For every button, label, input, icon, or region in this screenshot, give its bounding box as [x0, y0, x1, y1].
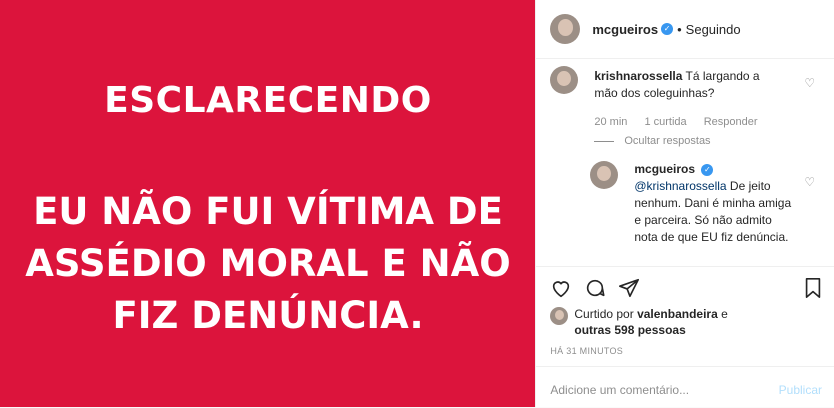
- hide-replies-label: Ocultar respostas: [624, 135, 711, 147]
- comment-input[interactable]: Adicione um comentário...: [550, 383, 689, 397]
- add-comment-bar: Adicione um comentário... Publicar: [536, 366, 834, 408]
- reply-text: mcgueiros ✓ @krishnarossella De jeito ne…: [634, 161, 794, 246]
- reply-mention-link[interactable]: @krishnarossella: [634, 179, 726, 193]
- post-header: mcgueiros ✓ • Seguindo: [536, 0, 834, 59]
- bookmark-icon[interactable]: [802, 277, 824, 299]
- comment-likes-link[interactable]: 1 curtida: [644, 116, 686, 128]
- like-reply-icon[interactable]: ♡: [804, 175, 815, 189]
- likes-others-link[interactable]: outras 598 pessoas: [574, 323, 685, 337]
- post-image: ESCLARECENDO EU NÃO FUI VÍTIMA DE ASSÉDI…: [0, 0, 536, 407]
- hide-replies-button[interactable]: Ocultar respostas: [594, 135, 711, 147]
- hide-replies-line: [594, 140, 615, 142]
- post-timestamp[interactable]: HÁ 31 MINUTOS: [550, 346, 623, 356]
- image-body: EU NÃO FUI VÍTIMA DE ASSÉDIO MORAL E NÃO…: [0, 186, 536, 342]
- likes-prefix: Curtido por: [574, 307, 638, 321]
- heart-icon[interactable]: [550, 277, 572, 299]
- reply-username[interactable]: mcgueiros: [634, 162, 695, 176]
- like-comment-icon[interactable]: ♡: [804, 76, 815, 90]
- liker-username[interactable]: valenbandeira: [637, 307, 718, 321]
- reply-button[interactable]: Responder: [704, 116, 758, 128]
- verified-icon: ✓: [701, 163, 714, 176]
- publish-button[interactable]: Publicar: [779, 383, 822, 397]
- comment-icon[interactable]: [584, 277, 606, 299]
- comments-list[interactable]: krishnarossella Tá largando a mão dos co…: [536, 60, 834, 265]
- image-line-1: EU NÃO FUI VÍTIMA DE: [33, 190, 503, 233]
- comment-text: krishnarossella Tá largando a mão dos co…: [594, 68, 784, 102]
- image-heading: ESCLARECENDO: [104, 80, 432, 121]
- likes-text: Curtido por valenbandeira e outras 598 p…: [574, 306, 774, 338]
- separator-dot: •: [677, 21, 682, 37]
- image-line-3: FIZ DENÚNCIA.: [112, 294, 424, 337]
- share-icon[interactable]: [618, 277, 640, 299]
- likes-middle: e: [717, 307, 728, 321]
- action-bar: [536, 266, 834, 309]
- comment-time: 20 min: [594, 116, 628, 128]
- header-username[interactable]: mcgueiros: [592, 22, 658, 37]
- verified-icon: ✓: [661, 23, 674, 35]
- comment-avatar[interactable]: [550, 66, 579, 94]
- comment-username[interactable]: krishnarossella: [594, 69, 682, 83]
- reply-avatar[interactable]: [590, 161, 619, 189]
- comment-meta: 20 min 1 curtida Responder: [594, 116, 771, 128]
- avatar[interactable]: [550, 14, 581, 44]
- post: ESCLARECENDO EU NÃO FUI VÍTIMA DE ASSÉDI…: [0, 0, 834, 407]
- follow-status-button[interactable]: Seguindo: [686, 22, 741, 37]
- post-sidebar: mcgueiros ✓ • Seguindo krishnarossella T…: [535, 0, 834, 407]
- image-line-2: ASSÉDIO MORAL E NÃO: [25, 242, 511, 285]
- liker-avatar[interactable]: [550, 307, 569, 325]
